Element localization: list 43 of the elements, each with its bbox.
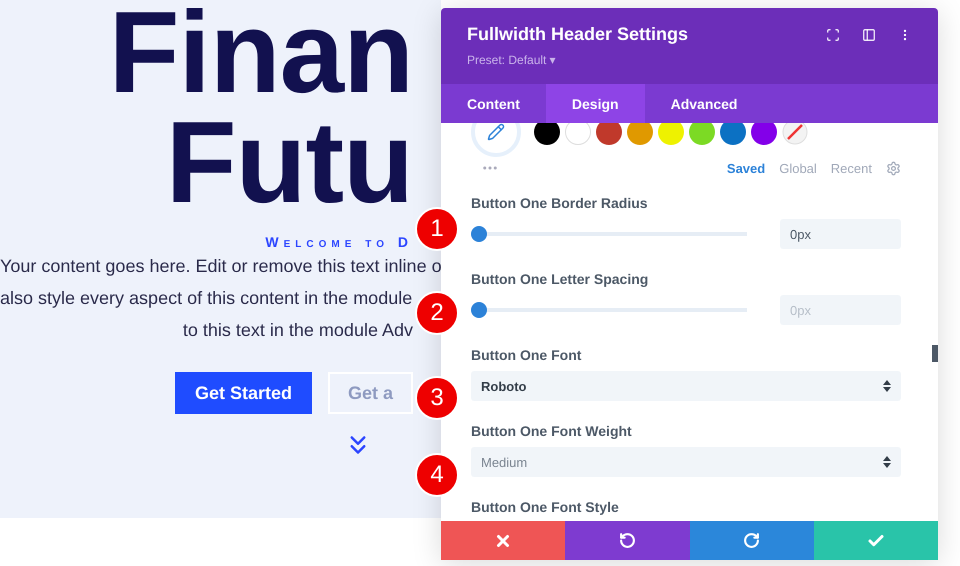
color-swatch[interactable] — [720, 123, 746, 145]
slider-thumb[interactable] — [471, 226, 487, 242]
color-swatch[interactable] — [658, 123, 684, 145]
color-swatch[interactable] — [627, 123, 653, 145]
panel-tab[interactable]: Advanced — [644, 84, 764, 123]
body-text: also style every aspect of this content in the module — [0, 287, 412, 310]
body-text: to this text in the module Adv — [182, 319, 413, 342]
color-swatch[interactable] — [565, 123, 591, 145]
sort-arrows-icon — [883, 380, 891, 392]
panel-tab[interactable]: Design — [546, 84, 645, 123]
sidebar-icon[interactable] — [862, 28, 876, 42]
settings-icon[interactable] — [886, 160, 901, 176]
pencil-icon — [487, 123, 505, 141]
undo-button[interactable] — [565, 521, 690, 560]
no-color-swatch[interactable] — [782, 123, 808, 145]
setting-label: Button One Font Weight — [471, 423, 633, 439]
hero-button[interactable]: Get Started — [174, 372, 312, 414]
color-swatch[interactable] — [689, 123, 715, 145]
body-text: Your content goes here. Edit or remove this text inline o — [0, 255, 441, 278]
panel-tab[interactable]: Content — [441, 84, 546, 123]
input-field[interactable]: 0px — [780, 219, 901, 249]
slider-thumb[interactable] — [471, 302, 487, 318]
color-swatch[interactable] — [534, 123, 560, 145]
input-field[interactable]: 0px — [780, 295, 901, 325]
focus-icon[interactable] — [826, 28, 840, 42]
select-field[interactable]: Roboto — [471, 371, 901, 401]
color-swatch[interactable] — [751, 123, 777, 145]
select-field[interactable]: Medium — [471, 447, 901, 477]
eyebrow-text: Welcome to D — [265, 234, 413, 250]
color-swatch[interactable] — [596, 123, 622, 145]
headline: Finan — [108, 0, 413, 104]
headline: Futu — [166, 110, 413, 214]
panel-title: Fullwidth Header Settings — [467, 24, 688, 45]
scrollbar-thumb[interactable] — [932, 345, 938, 362]
palette-tab[interactable]: Saved — [726, 160, 766, 176]
sort-arrows-icon — [883, 456, 891, 468]
setting-label: Button One Letter Spacing — [471, 271, 650, 287]
redo-icon — [743, 532, 760, 549]
setting-label: Button One Border Radius — [471, 195, 649, 211]
preset-dropdown[interactable]: Preset: Default ▾ — [467, 53, 688, 67]
setting-label: Button One Font — [471, 347, 582, 363]
undo-icon — [618, 532, 636, 549]
setting-label: Button One Font Style — [471, 499, 620, 515]
